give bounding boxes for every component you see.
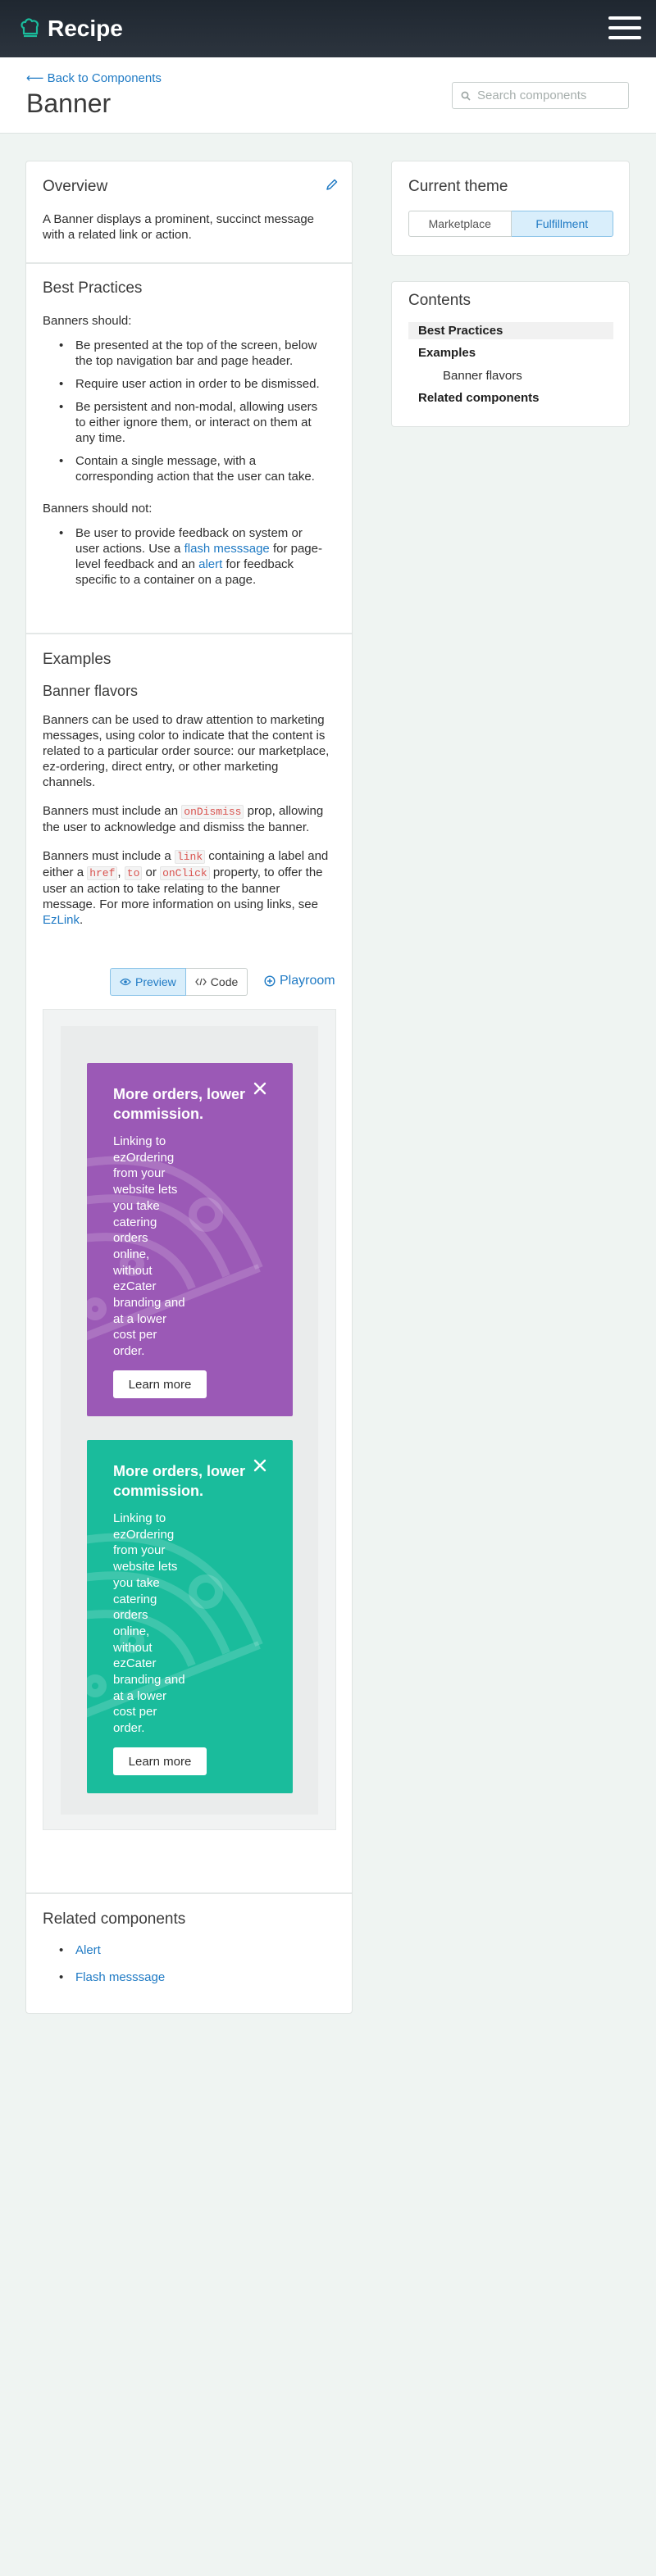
list-item: Alert (59, 1942, 337, 1958)
page-title: Banner (26, 89, 112, 118)
related-list: Alert Flash messsage (59, 1942, 337, 1985)
theme-toggle: Marketplace Fulfillment (408, 211, 613, 237)
examples-heading: Examples (43, 651, 112, 668)
search-icon (461, 91, 471, 101)
search-input[interactable] (477, 89, 617, 102)
code-ondismiss: onDismiss (181, 805, 244, 819)
related-components-section: Related components Alert Flash messsage (26, 1910, 353, 1985)
banner-title: More orders, lower commission. (113, 1086, 246, 1122)
chef-hat-icon (20, 18, 39, 38)
banner-marketplace: More orders, lower commission. Linking t… (87, 1063, 293, 1416)
section-divider (26, 1892, 352, 1894)
alert-component-link[interactable]: Alert (75, 1943, 101, 1957)
list-item: Flash messsage (59, 1969, 337, 1985)
theme-option-marketplace[interactable]: Marketplace (408, 211, 512, 237)
should-label: Banners should: (43, 314, 132, 328)
examples-paragraph-2: Banners must include an onDismiss prop, … (43, 804, 324, 834)
banner-body-text: Linking to ezOrdering from your website … (113, 1511, 185, 1736)
banner-title: More orders, lower commission. (113, 1463, 246, 1499)
list-item: Be presented at the top of the screen, b… (59, 338, 326, 369)
examples-paragraph-1: Banners can be used to draw attention to… (43, 713, 330, 789)
current-theme-card: Current theme Marketplace Fulfillment (391, 161, 630, 256)
playroom-link[interactable]: Playroom (264, 974, 335, 988)
should-list: Be presented at the top of the screen, b… (59, 338, 326, 484)
page-header: ⟵ Back to Components Banner (0, 57, 656, 134)
contents-heading: Contents (408, 292, 472, 309)
section-divider (26, 633, 352, 634)
overview-section: Overview A Banner displays a prominent, … (26, 178, 353, 243)
banner-flavors-heading: Banner flavors (43, 683, 139, 699)
theme-option-fulfillment[interactable]: Fulfillment (511, 211, 613, 237)
main-content-card: Overview A Banner displays a prominent, … (25, 161, 353, 2014)
hamburger-icon (608, 16, 641, 20)
toc-item-banner-flavors[interactable]: Banner flavors (408, 367, 613, 384)
flash-message-link[interactable]: flash messsage (184, 542, 270, 556)
list-item: Be user to provide feedback on system or… (59, 525, 326, 588)
example-preview-frame: More orders, lower commission. Linking t… (43, 1009, 336, 1830)
edit-pencil-icon[interactable] (326, 178, 339, 191)
theme-heading: Current theme (408, 178, 508, 195)
code-brackets-icon (194, 978, 207, 986)
toc-item-examples[interactable]: Examples (408, 344, 613, 361)
add-circle-icon (264, 975, 276, 987)
should-not-list: Be user to provide feedback on system or… (59, 525, 326, 588)
banner-fulfillment: More orders, lower commission. Linking t… (87, 1440, 293, 1793)
best-practices-section: Best Practices Banners should: Be presen… (26, 279, 353, 588)
search-box (452, 82, 629, 109)
eye-icon (120, 978, 131, 986)
flash-message-component-link[interactable]: Flash messsage (75, 1970, 165, 1984)
contents-card: Contents Best Practices Examples Banner … (391, 281, 630, 427)
ezlink-link[interactable]: EzLink (43, 913, 80, 927)
toc-item-related-components[interactable]: Related components (408, 389, 613, 407)
banner-body-text: Linking to ezOrdering from your website … (113, 1134, 185, 1359)
brand-logo[interactable]: Recipe (20, 16, 123, 42)
alert-link[interactable]: alert (198, 557, 222, 571)
preview-code-toggle: Preview Code (110, 968, 248, 996)
list-item: Be persistent and non-modal, allowing us… (59, 399, 326, 446)
overview-text: A Banner displays a prominent, succinct … (43, 212, 315, 242)
close-icon[interactable] (253, 1081, 267, 1096)
back-to-components-link[interactable]: ⟵ Back to Components (26, 70, 162, 85)
list-item: Require user action in order to be dismi… (59, 376, 326, 392)
preview-canvas: More orders, lower commission. Linking t… (61, 1026, 318, 1815)
section-divider (26, 262, 352, 264)
code-tab[interactable]: Code (185, 968, 248, 996)
should-not-label: Banners should not: (43, 502, 153, 516)
overview-heading: Overview (43, 178, 108, 195)
top-navigation-bar: Recipe (0, 0, 656, 57)
menu-button[interactable] (608, 16, 641, 39)
best-practices-heading: Best Practices (43, 279, 143, 297)
learn-more-button[interactable]: Learn more (113, 1370, 207, 1398)
list-item: Contain a single message, with a corresp… (59, 453, 326, 484)
preview-tab[interactable]: Preview (110, 968, 186, 996)
brand-name: Recipe (48, 16, 123, 41)
related-heading: Related components (43, 1910, 186, 1928)
toc-item-best-practices[interactable]: Best Practices (408, 322, 613, 339)
close-icon[interactable] (253, 1458, 267, 1473)
examples-section: Examples Banner flavors Banners can be u… (26, 651, 353, 928)
examples-paragraph-3: Banners must include a link containing a… (43, 849, 329, 927)
learn-more-button[interactable]: Learn more (113, 1747, 207, 1775)
